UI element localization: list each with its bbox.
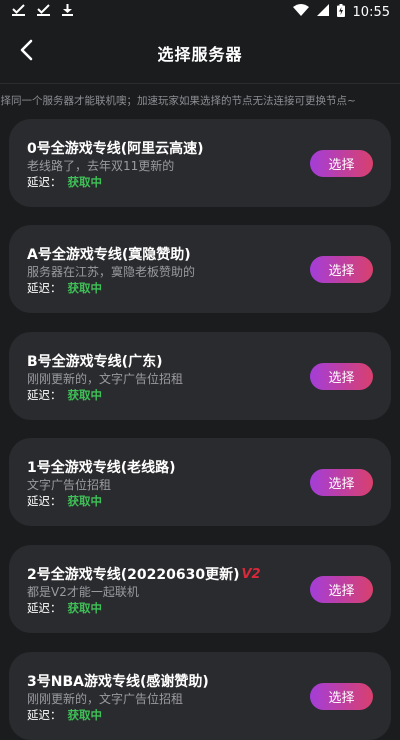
status-bar: 10:55 xyxy=(0,0,400,24)
status-time: 10:55 xyxy=(352,4,390,20)
server-latency: 延迟： 获取中 xyxy=(27,388,103,402)
latency-status: 获取中 xyxy=(67,494,103,508)
server-latency: 延迟： 获取中 xyxy=(27,494,103,508)
notice-marquee: 选择同一个服务器才能联机噢；加速玩家如果选择的节点无法连接可更换节点~ xyxy=(0,93,400,109)
select-server-button[interactable]: 选择 xyxy=(310,150,373,177)
server-card: 0号全游戏专线(阿里云高速) 老线路了，去年双11更新的 延迟： 获取中 选择 xyxy=(9,119,391,207)
server-latency: 延迟： 获取中 xyxy=(27,175,103,189)
select-server-button[interactable]: 选择 xyxy=(310,469,373,496)
battery-charging-icon xyxy=(336,3,345,21)
v2-badge: V2 xyxy=(241,566,261,582)
status-right: 10:55 xyxy=(292,3,390,21)
select-server-button[interactable]: 选择 xyxy=(310,683,373,710)
server-card: 1号全游戏专线(老线路) 文字广告位招租 延迟： 获取中 选择 xyxy=(9,438,391,526)
latency-status: 获取中 xyxy=(67,281,103,295)
wifi-icon xyxy=(292,4,309,20)
server-desc: 都是V2才能一起联机 xyxy=(27,585,139,599)
server-desc: 服务器在江苏，寞隐老板赞助的 xyxy=(27,265,196,279)
select-server-button[interactable]: 选择 xyxy=(310,256,373,283)
page-title: 选择服务器 xyxy=(157,45,243,64)
select-server-button[interactable]: 选择 xyxy=(310,363,373,390)
server-name: 2号全游戏专线(20220630更新) V2 xyxy=(27,566,261,584)
server-desc: 刚刚更新的，文字广告位招租 xyxy=(27,692,184,706)
server-card: A号全游戏专线(寞隐赞助) 服务器在江苏，寞隐老板赞助的 延迟： 获取中 选择 xyxy=(9,225,391,313)
server-desc: 文字广告位招租 xyxy=(27,478,112,492)
download-done-icon xyxy=(12,4,25,20)
top-nav-bar: 选择服务器 xyxy=(0,24,400,82)
server-card: 3号NBA游戏专线(感谢赞助) 刚刚更新的，文字广告位招租 延迟： 获取中 选择 xyxy=(9,652,391,740)
server-name: B号全游戏专线(广东) xyxy=(27,354,163,370)
server-name: 0号全游戏专线(阿里云高速) xyxy=(27,141,204,157)
notice-text: 选择同一个服务器才能联机噢；加速玩家如果选择的节点无法连接可更换节点~ xyxy=(0,95,356,107)
latency-status: 获取中 xyxy=(67,175,103,189)
status-left xyxy=(12,4,73,20)
download-done-icon xyxy=(37,4,50,20)
server-latency: 延迟： 获取中 xyxy=(27,281,103,295)
latency-status: 获取中 xyxy=(67,708,103,722)
latency-status: 获取中 xyxy=(67,601,103,615)
server-card: 2号全游戏专线(20220630更新) V2 都是V2才能一起联机 延迟： 获取中 … xyxy=(9,545,391,633)
server-card: B号全游戏专线(广东) 刚刚更新的，文字广告位招租 延迟： 获取中 选择 xyxy=(9,332,391,420)
server-desc: 老线路了，去年双11更新的 xyxy=(27,159,175,173)
select-server-button[interactable]: 选择 xyxy=(310,576,373,603)
server-name: 1号全游戏专线(老线路) xyxy=(27,460,176,476)
download-icon xyxy=(62,4,73,20)
back-button[interactable] xyxy=(10,36,42,68)
server-desc: 刚刚更新的，文字广告位招租 xyxy=(27,372,184,386)
chevron-left-icon xyxy=(19,39,33,65)
server-latency: 延迟： 获取中 xyxy=(27,708,103,722)
server-name: 3号NBA游戏专线(感谢赞助) xyxy=(27,674,209,690)
signal-icon xyxy=(316,4,329,20)
server-name: A号全游戏专线(寞隐赞助) xyxy=(27,247,191,263)
header-divider xyxy=(0,83,400,84)
latency-status: 获取中 xyxy=(67,388,103,402)
server-latency: 延迟： 获取中 xyxy=(27,601,103,615)
